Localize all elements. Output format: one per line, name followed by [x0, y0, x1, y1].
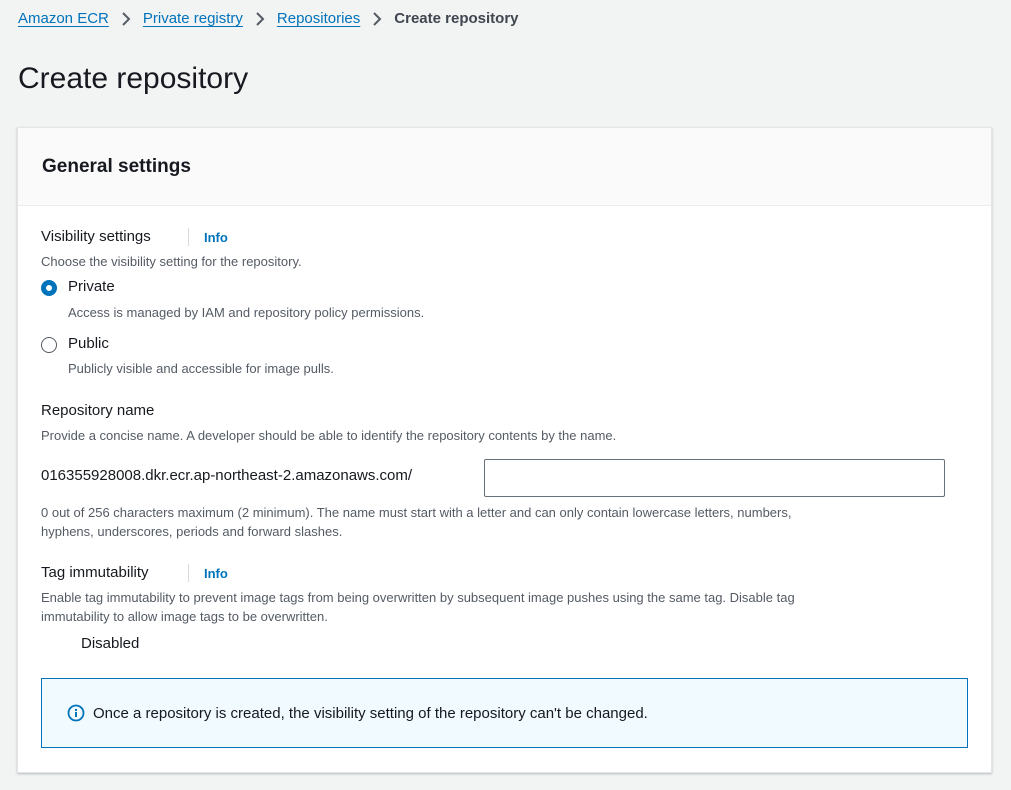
panel-header: General settings [18, 128, 991, 206]
toggle-knob [44, 641, 54, 651]
radio-public-description: Publicly visible and accessible for imag… [68, 361, 334, 376]
breadcrumb-amazon-ecr[interactable]: Amazon ECR [18, 10, 109, 27]
radio-private-description: Access is managed by IAM and repository … [68, 305, 425, 320]
chevron-right-icon [121, 11, 131, 26]
repository-uri-prefix: 016355928008.dkr.ecr.ap-northeast-2.amaz… [41, 467, 413, 484]
repository-name-label: Repository name [41, 402, 155, 419]
repository-name-input[interactable] [484, 459, 945, 497]
repository-name-constraint-line1: 0 out of 256 characters maximum (2 minim… [41, 505, 792, 520]
visibility-info-link[interactable]: Info [204, 230, 228, 245]
general-settings-panel: General settings Visibility settings Inf… [17, 127, 992, 773]
repository-name-constraint-line2: hyphens, underscores, periods and forwar… [41, 524, 343, 539]
radio-private-label[interactable]: Private [68, 278, 115, 295]
info-circle-icon [67, 704, 85, 722]
breadcrumb-repositories[interactable]: Repositories [277, 10, 360, 27]
breadcrumb: Amazon ECR Private registry Repositories… [18, 10, 519, 27]
visibility-label: Visibility settings [41, 228, 151, 245]
breadcrumb-current: Create repository [394, 10, 519, 27]
tag-immutability-label: Tag immutability [41, 564, 149, 581]
page-title: Create repository [18, 62, 249, 95]
visibility-alert: Once a repository is created, the visibi… [41, 678, 968, 748]
visibility-description: Choose the visibility setting for the re… [41, 254, 302, 269]
breadcrumb-private-registry[interactable]: Private registry [143, 10, 243, 27]
label-divider [188, 228, 189, 246]
alert-text: Once a repository is created, the visibi… [93, 704, 648, 722]
radio-private[interactable] [41, 280, 57, 296]
tag-immutability-info-link[interactable]: Info [204, 566, 228, 581]
chevron-right-icon [372, 11, 382, 26]
radio-public-label[interactable]: Public [68, 335, 109, 352]
repository-name-description: Provide a concise name. A developer shou… [41, 428, 617, 443]
radio-public[interactable] [41, 337, 57, 353]
tag-immutability-description-line1: Enable tag immutability to prevent image… [41, 590, 795, 605]
chevron-right-icon [255, 11, 265, 26]
panel-title: General settings [42, 155, 191, 177]
tag-immutability-description-line2: immutability to allow image tags to be o… [41, 609, 328, 624]
tag-immutability-toggle-label[interactable]: Disabled [81, 635, 139, 652]
label-divider [188, 564, 189, 582]
